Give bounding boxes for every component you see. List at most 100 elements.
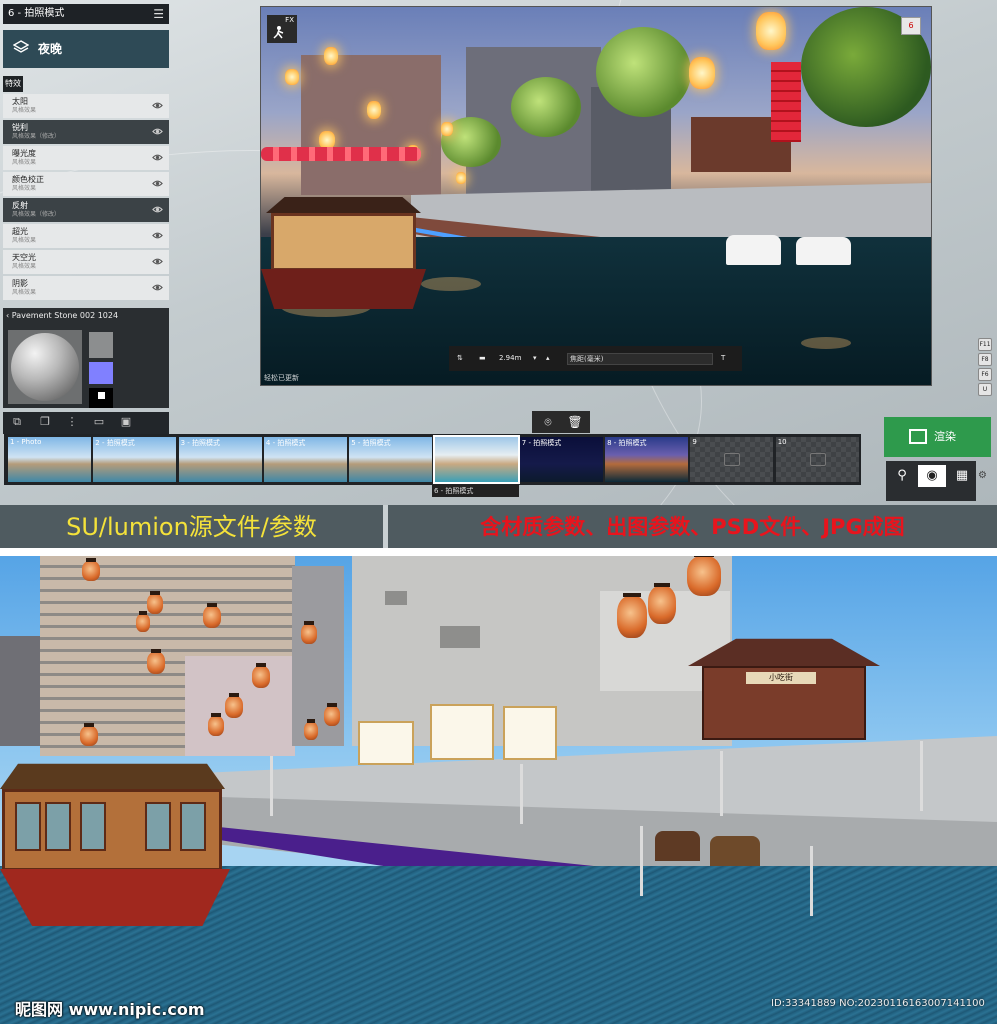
focal-length-field[interactable]: 焦距(毫米): [567, 353, 713, 365]
eye-icon[interactable]: [152, 282, 163, 293]
camera-actions: ⌾ 🗑: [532, 411, 590, 433]
tree: [596, 27, 691, 117]
render-viewport[interactable]: FX 6 ⇅ ▬ 2.94m ▾ ▴ 焦距(毫米) T 轻松已更新: [260, 6, 932, 386]
camera-icon[interactable]: ▬: [479, 346, 486, 371]
lantern: [225, 693, 243, 718]
photo-thumbnail[interactable]: 8 - 拍照模式: [605, 437, 689, 482]
person-walk-icon[interactable]: ⚲: [888, 465, 916, 487]
render-button[interactable]: 渲染: [884, 417, 991, 457]
effect-item[interactable]: 天空光 风格效果: [3, 250, 169, 274]
eye-icon[interactable]: [152, 256, 163, 267]
photo-thumbnail[interactable]: 7 - 拍照模式: [519, 437, 603, 482]
effect-item[interactable]: 阴影 风格效果: [3, 276, 169, 300]
window: [440, 626, 480, 648]
function-key-hints: F11 F8 F6 U: [978, 338, 992, 398]
railing-post: [720, 751, 723, 816]
photo-thumbnail[interactable]: 5 - 拍照模式: [349, 437, 433, 482]
photo-thumbnail[interactable]: 1 - Photo: [8, 437, 91, 482]
lantern: [82, 558, 100, 581]
effect-subtitle: 风格效果（修改）: [12, 211, 61, 218]
thumbnail-label: 10: [777, 438, 787, 446]
eye-height-icon[interactable]: ⇅: [457, 346, 463, 371]
arrow-down-icon[interactable]: ▾: [533, 346, 537, 371]
tab-effects[interactable]: 特效: [3, 76, 23, 92]
text-t-icon[interactable]: T: [721, 346, 725, 371]
arrow-up-icon[interactable]: ▴: [546, 346, 550, 371]
selected-thumbnail-label: 6 - 拍照模式: [432, 485, 519, 497]
banner-contents: 含材质参数、出图参数、PSD文件、JPG成图: [388, 505, 997, 550]
eye-icon[interactable]: [152, 100, 163, 111]
color-swatch[interactable]: [89, 332, 113, 358]
photo-thumbnail-strip: 1 - Photo 2 - 拍照模式 3 - 拍照模式 4 - 拍照模式 5 - 拍照模…: [4, 434, 861, 485]
effect-item[interactable]: 太阳 风格效果: [3, 94, 169, 118]
snack-street-pavilion: 小吃街: [688, 632, 880, 740]
eye-icon[interactable]: [152, 152, 163, 163]
distance-value: 2.94m: [499, 354, 522, 362]
effect-name: 太阳: [12, 97, 28, 106]
photo-mode-icon[interactable]: ◉: [918, 465, 946, 487]
effect-subtitle: 风格效果: [12, 289, 37, 296]
preset-night-button[interactable]: 夜晚: [3, 30, 169, 68]
camera-navigation-bar: ⇅ ▬ 2.94m ▾ ▴ 焦距(毫米) T: [449, 346, 742, 371]
watermark-id: ID:33341889 NO:20230116163007141100: [771, 998, 985, 1009]
effect-item[interactable]: 锐利 风格效果（修改）: [3, 120, 169, 144]
photo-thumbnail[interactable]: 4 - 拍照模式: [263, 437, 347, 482]
trash-icon[interactable]: 🗑: [567, 414, 583, 430]
photo-thumbnail[interactable]: 10: [775, 437, 859, 482]
white-chair: [726, 235, 781, 265]
movie-mode-icon[interactable]: ▦: [948, 465, 976, 487]
fx-label: FX: [285, 16, 294, 24]
camera-capture-icon[interactable]: ⌾: [540, 414, 556, 430]
effect-subtitle: 风格效果: [12, 263, 37, 270]
lantern: [689, 57, 715, 89]
railing-post: [270, 756, 273, 816]
lantern: [441, 122, 453, 136]
texture-swatch[interactable]: [89, 388, 113, 408]
eye-icon[interactable]: [152, 204, 163, 215]
image-icon: [909, 429, 927, 444]
effect-name: 曝光度: [12, 149, 36, 158]
boat: [0, 761, 230, 926]
building: [0, 636, 45, 746]
effect-subtitle: 风格效果: [12, 185, 37, 192]
lantern: [252, 663, 270, 688]
wooden-cart: [710, 836, 760, 866]
effect-item[interactable]: 反射 风格效果（修改）: [3, 198, 169, 222]
boat: [261, 197, 426, 315]
normal-map-swatch[interactable]: [89, 362, 113, 384]
lantern: [367, 101, 381, 119]
effect-item[interactable]: 超光 风格效果: [3, 224, 169, 248]
paste-icon[interactable]: ❐: [39, 416, 51, 428]
photo-thumbnail[interactable]: [432, 435, 520, 484]
photo-thumbnail[interactable]: 3 - 拍照模式: [178, 437, 262, 482]
thumbnail-label: 9: [692, 438, 697, 446]
save-icon[interactable]: ▣: [120, 416, 132, 428]
photo-thumbnail[interactable]: 2 - 拍照模式: [93, 437, 177, 482]
status-text: 轻松已更新: [264, 374, 299, 382]
eye-icon[interactable]: [152, 230, 163, 241]
material-panel: ‹ Pavement Stone 002 1024: [3, 308, 169, 408]
wooden-cart: [655, 831, 700, 861]
eye-icon[interactable]: [152, 126, 163, 137]
render-mode-buttons: ⚲ ◉ ▦: [886, 461, 976, 501]
lantern: [301, 621, 317, 644]
copy-icon[interactable]: ⧉: [11, 416, 23, 428]
material-title[interactable]: ‹ Pavement Stone 002 1024: [6, 311, 118, 320]
tree: [511, 77, 581, 137]
lantern: [147, 591, 163, 614]
person-walk-icon: [273, 26, 284, 39]
folder-open-icon[interactable]: ▭: [93, 416, 105, 428]
fx-button[interactable]: FX: [267, 15, 297, 43]
eye-icon[interactable]: [152, 178, 163, 189]
effect-item[interactable]: 曝光度 风格效果: [3, 146, 169, 170]
grid-icon[interactable]: ⋮: [66, 416, 78, 428]
effect-item[interactable]: 颜色校正 风格效果: [3, 172, 169, 196]
lantern: [208, 713, 224, 736]
white-chair: [796, 237, 851, 265]
photo-thumbnail[interactable]: 9: [690, 437, 774, 482]
lantern: [147, 649, 165, 674]
red-lantern-string: [771, 62, 801, 142]
gear-icon[interactable]: ⚙: [978, 470, 987, 481]
thumbnail-label: 5 - 拍照模式: [351, 439, 391, 447]
hamburger-icon[interactable]: ☰: [153, 4, 164, 24]
